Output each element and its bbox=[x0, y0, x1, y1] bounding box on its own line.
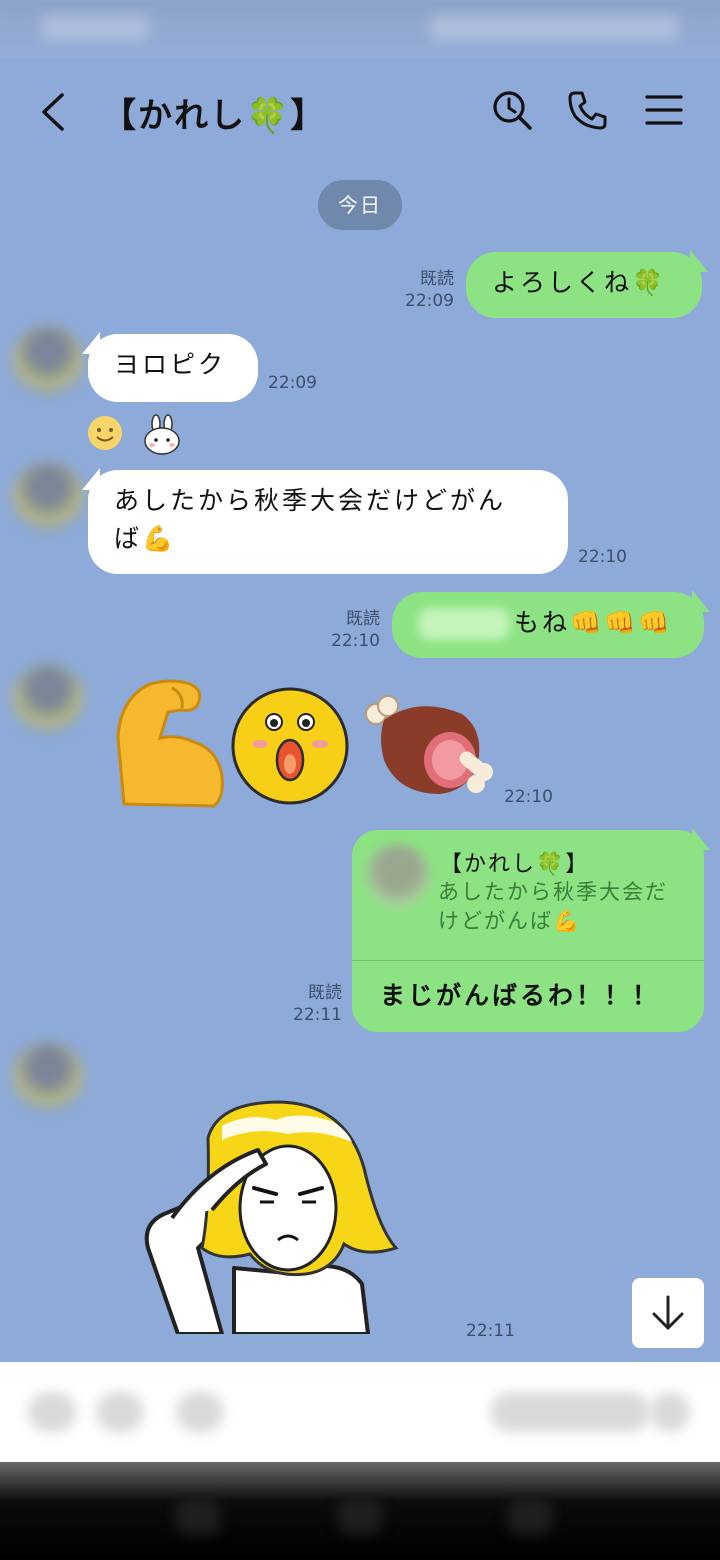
quote-divider bbox=[352, 960, 704, 961]
status-bar bbox=[0, 0, 720, 58]
redacted-text bbox=[418, 608, 510, 640]
quoted-text-line: けどがんば💪 bbox=[438, 909, 582, 933]
read-receipt: 既読 bbox=[346, 609, 380, 629]
chat-header: 【かれし🍀】 bbox=[0, 58, 720, 168]
timestamp: 22:11 bbox=[293, 1005, 342, 1025]
chat-title: 【かれし🍀】 bbox=[102, 96, 327, 136]
timestamp: 22:09 bbox=[268, 373, 317, 393]
timestamp: 22:11 bbox=[466, 1321, 515, 1341]
surprised-face-emoji[interactable] bbox=[230, 686, 350, 806]
hamburger-menu-icon[interactable] bbox=[644, 88, 688, 132]
chevron-left-icon[interactable] bbox=[38, 92, 70, 132]
quoted-text-line: あしたから秋季大会だ bbox=[438, 880, 668, 904]
reaction-smiley-icon[interactable] bbox=[86, 414, 124, 456]
message-text-line: ば💪 bbox=[114, 524, 177, 553]
avatar[interactable] bbox=[12, 664, 84, 736]
salute-sticker[interactable] bbox=[138, 1098, 400, 1334]
meat-on-bone-emoji[interactable] bbox=[358, 690, 498, 802]
avatar[interactable] bbox=[12, 326, 84, 398]
quoted-text: あしたから秋季大会だ けどがんば💪 bbox=[438, 878, 688, 936]
system-navigation-bar bbox=[0, 1462, 720, 1560]
flexed-biceps-emoji[interactable] bbox=[110, 676, 226, 812]
message-meta: 既読 22:09 bbox=[396, 268, 454, 312]
message-input-bar[interactable] bbox=[0, 1362, 720, 1462]
read-receipt: 既読 bbox=[308, 983, 342, 1003]
phone-icon[interactable] bbox=[566, 88, 610, 132]
timestamp: 22:10 bbox=[504, 787, 553, 807]
timestamp: 22:10 bbox=[578, 547, 627, 567]
message-text: ヨロピク bbox=[114, 350, 227, 379]
avatar[interactable] bbox=[12, 1042, 84, 1114]
my-message-bubble[interactable]: よろしくね🍀 bbox=[466, 250, 708, 318]
their-message-bubble[interactable]: ヨロピク bbox=[82, 332, 258, 402]
message-meta: 既読 22:11 bbox=[284, 982, 342, 1026]
read-receipt: 既読 bbox=[420, 269, 454, 289]
arrow-down-icon bbox=[652, 1295, 684, 1330]
timestamp: 22:09 bbox=[405, 291, 454, 311]
message-text-line: あしたから秋季大会だけどがん bbox=[114, 486, 507, 515]
avatar[interactable] bbox=[12, 462, 84, 534]
message-meta: 既読 22:10 bbox=[322, 608, 380, 652]
timestamp: 22:10 bbox=[331, 631, 380, 651]
message-text: もね👊👊👊 bbox=[514, 608, 673, 637]
message-text: まじがんばるわ！！！ bbox=[380, 981, 661, 1010]
my-message-bubble[interactable]: もね👊👊👊 bbox=[392, 590, 710, 658]
clock-search-icon[interactable] bbox=[490, 88, 534, 132]
quoted-avatar bbox=[366, 844, 430, 908]
message-text: よろしくね🍀 bbox=[492, 268, 667, 297]
scroll-to-bottom-button[interactable] bbox=[632, 1278, 704, 1348]
reply-message-bubble[interactable]: 【かれし🍀】 あしたから秋季大会だ けどがんば💪 まじがんばるわ！！！ bbox=[352, 828, 710, 1032]
date-divider: 今日 bbox=[318, 180, 402, 230]
their-message-bubble[interactable]: あしたから秋季大会だけどがん ば💪 bbox=[82, 468, 568, 574]
quoted-sender: 【かれし🍀】 bbox=[440, 852, 590, 877]
reaction-bunny-icon[interactable] bbox=[142, 414, 182, 460]
